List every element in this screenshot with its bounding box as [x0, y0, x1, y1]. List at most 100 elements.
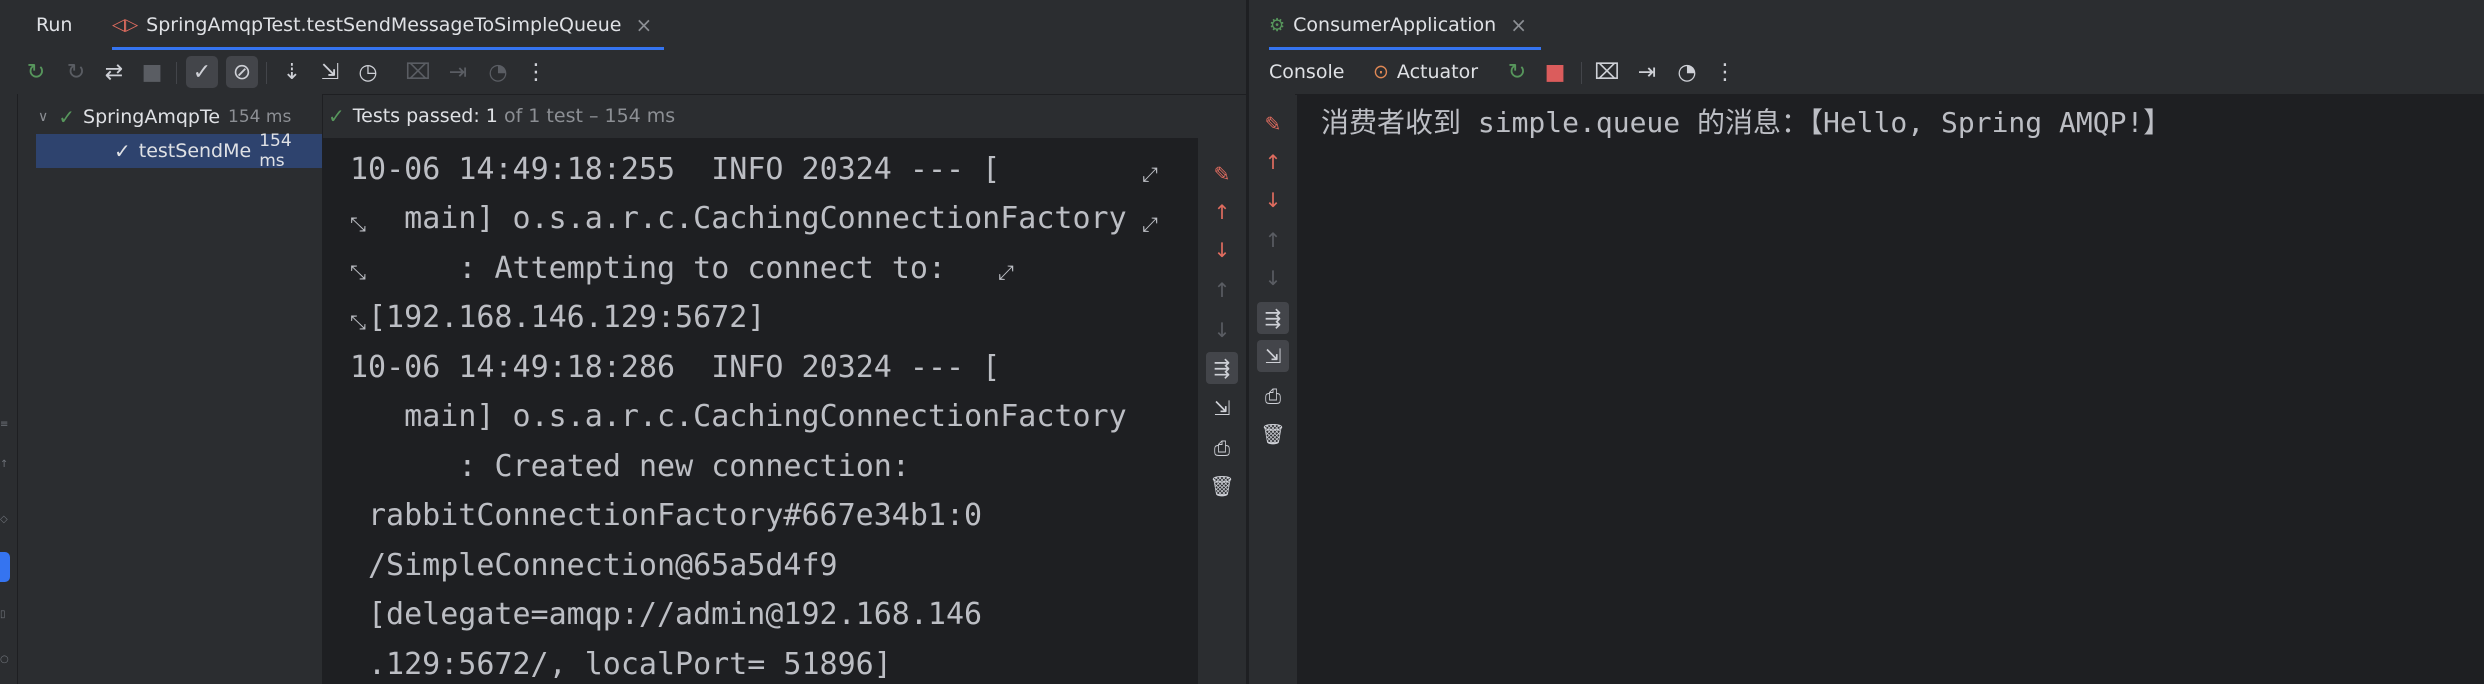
test-tree: ∨ ✓ SpringAmqpTe 154 ms ✓ testSendMe 154… — [18, 94, 323, 684]
actuator-icon: ⊙ — [1373, 61, 1389, 83]
consumer-console-output[interactable]: 消费者收到 simple.queue 的消息：【Hello, Spring AM… — [1297, 94, 2484, 684]
tree-root-label: SpringAmqpTe — [83, 106, 221, 128]
run-title: Run — [36, 14, 73, 36]
tree-root-row[interactable]: ∨ ✓ SpringAmqpTe 154 ms — [18, 100, 322, 134]
run-tool-window: Run ◁▷ SpringAmqpTest.testSendMessageToS… — [0, 0, 1246, 684]
tab-actuator[interactable]: ⊙ Actuator — [1373, 50, 1478, 94]
stop-icon[interactable]: ■ — [136, 56, 168, 88]
console-line: [delegate=amqp://admin@192.168.146 — [368, 597, 983, 632]
soft-wrap-toggle-icon[interactable]: ⇶ — [1257, 302, 1289, 334]
tree-child-row[interactable]: ✓ testSendMe 154 ms — [36, 131, 322, 171]
console-line: main] o.s.a.r.c.CachingConnectionFactory — [350, 399, 1127, 434]
soft-wrap-continuation-icon: ⤡ — [350, 260, 366, 284]
tests-passed-label: Tests passed: 1 — [352, 105, 498, 127]
console-line: /SimpleConnection@65a5d4f9 — [368, 548, 838, 583]
arrow-up-icon[interactable]: ↑ — [1206, 274, 1238, 306]
tests-detail-label: of 1 test – 154 ms — [497, 105, 676, 127]
strip-icon[interactable]: ≡ — [0, 419, 10, 430]
tab-label: SpringAmqpTest.testSendMessageToSimpleQu… — [146, 14, 622, 36]
strip-active-indicator — [0, 552, 10, 582]
soft-wrap-toggle-icon[interactable]: ⇶ — [1206, 352, 1238, 384]
import-icon[interactable]: ⇥ — [1631, 56, 1663, 88]
toolbar-separator — [266, 62, 267, 84]
tab-consumer-application[interactable]: ⚙ ConsumerApplication × — [1269, 0, 1541, 50]
more-icon[interactable]: ⋮ — [1709, 56, 1741, 88]
arrow-up-icon[interactable]: ↑ — [1206, 196, 1238, 228]
arrow-up-icon[interactable]: ↑ — [1257, 146, 1289, 178]
rerun-failed-icon[interactable]: ↻ — [60, 56, 92, 88]
tab-label: ConsumerApplication — [1293, 14, 1497, 36]
stop-icon[interactable]: ■ — [1539, 56, 1571, 88]
history-icon[interactable]: ◷ — [352, 56, 384, 88]
print-icon[interactable]: ⎙ — [1257, 380, 1289, 412]
rerun-icon[interactable]: ↻ — [1501, 56, 1533, 88]
sort-alpha-icon[interactable]: ⇣ — [276, 56, 308, 88]
tool-strip: ≡ ↑ ◇ ▯ ○ — [0, 94, 18, 684]
console-side-toolbar: ✎ ↑ ↓ ↑ ↓ ⇶ ⇲ ⎙ 🗑 — [1249, 94, 1295, 684]
sort-duration-icon[interactable]: ⇲ — [314, 56, 346, 88]
soft-wrap-icon: ⤢ — [998, 260, 1014, 284]
tab-console[interactable]: Console — [1269, 50, 1344, 94]
arrow-up-icon[interactable]: ↑ — [1257, 224, 1289, 256]
arrow-down-icon[interactable]: ↓ — [1206, 234, 1238, 266]
clear-console-icon[interactable]: ✎ — [1257, 108, 1289, 140]
arrow-down-icon[interactable]: ↓ — [1257, 184, 1289, 216]
coverage-icon[interactable]: ◔ — [1671, 56, 1703, 88]
scroll-to-end-icon[interactable]: ⇲ — [1206, 392, 1238, 424]
tree-child-duration: 154 ms — [259, 131, 292, 171]
close-icon[interactable]: × — [635, 13, 652, 37]
coverage-icon[interactable]: ◔ — [482, 56, 514, 88]
rerun-icon[interactable]: ↻ — [20, 56, 52, 88]
more-icon[interactable]: ⋮ — [520, 56, 552, 88]
consumer-tool-window: ⚙ ConsumerApplication × Console ⊙ Actuat… — [1249, 0, 2484, 684]
soft-wrap-icon: ⤢ — [1142, 162, 1158, 186]
strip-icon[interactable]: ○ — [0, 654, 10, 665]
show-ignored-icon[interactable]: ⊘ — [226, 56, 258, 88]
soft-wrap-continuation-icon: ⤡ — [350, 212, 366, 236]
close-icon[interactable]: × — [1510, 13, 1527, 37]
tree-root-duration: 154 ms — [228, 107, 292, 127]
scroll-to-end-icon[interactable]: ⇲ — [1257, 340, 1289, 372]
clear-console-icon[interactable]: ✎ — [1206, 158, 1238, 190]
strip-icon[interactable]: ◇ — [0, 514, 10, 525]
console-line: rabbitConnectionFactory#667e34b1:0 — [368, 498, 983, 533]
console-line: .129:5672/, localPort= 51896] — [368, 647, 892, 682]
passed-check-icon: ✓ — [114, 139, 131, 163]
chevron-down-icon[interactable]: ∨ — [38, 109, 48, 125]
test-status-bar: ✓ Tests passed: 1 of 1 test – 154 ms — [322, 94, 1246, 138]
strip-icon[interactable]: ▯ — [0, 609, 10, 620]
console-line: : Attempting to connect to: — [350, 251, 947, 286]
console-line: 10-06 14:49:18:286 INFO 20324 --- [ — [350, 350, 1001, 385]
consumer-tab-bar: ⚙ ConsumerApplication × — [1249, 0, 2484, 51]
test-run-icon: ◁▷ — [112, 15, 139, 35]
import-icon[interactable]: ⇥ — [442, 56, 474, 88]
console-line: [192.168.146.129:5672] — [368, 300, 766, 335]
console-line: main] o.s.a.r.c.CachingConnectionFactory — [350, 201, 1127, 236]
trash-icon[interactable]: 🗑 — [1206, 470, 1238, 502]
run-tab-bar: Run ◁▷ SpringAmqpTest.testSendMessageToS… — [0, 0, 1246, 51]
toolbar-separator — [1581, 62, 1582, 84]
toggle-auto-test-icon[interactable]: ⇄ — [98, 56, 130, 88]
console-line: 消费者收到 simple.queue 的消息：【Hello, Spring AM… — [1321, 106, 2172, 139]
spring-boot-icon: ⚙ — [1269, 14, 1286, 36]
show-passed-icon[interactable]: ✓ — [186, 56, 218, 88]
soft-wrap-icon: ⤢ — [1142, 212, 1158, 236]
soft-wrap-continuation-icon: ⤡ — [350, 310, 366, 334]
screenshot-icon[interactable]: ⌧ — [402, 56, 434, 88]
screenshot-icon[interactable]: ⌧ — [1591, 56, 1623, 88]
test-console-output[interactable]: 10-06 14:49:18:255 INFO 20324 --- [ main… — [322, 138, 1198, 684]
console-line: 10-06 14:49:18:255 INFO 20324 --- [ — [350, 152, 1001, 187]
strip-icon[interactable]: ↑ — [0, 459, 10, 470]
arrow-down-icon[interactable]: ↓ — [1206, 314, 1238, 346]
passed-check-icon: ✓ — [328, 104, 345, 128]
tree-child-label: testSendMe — [138, 140, 252, 162]
passed-check-icon: ✓ — [58, 105, 76, 129]
arrow-down-icon[interactable]: ↓ — [1257, 262, 1289, 294]
print-icon[interactable]: ⎙ — [1206, 432, 1238, 464]
consumer-toolbar: Console ⊙ Actuator ↻ ■ ⌧ ⇥ ◔ ⋮ — [1249, 50, 2484, 95]
console-line: : Created new connection: — [350, 449, 910, 484]
run-toolbar: ↻ ↻ ⇄ ■ ✓ ⊘ ⇣ ⇲ ◷ ⌧ ⇥ ◔ ⋮ — [0, 50, 1246, 95]
trash-icon[interactable]: 🗑 — [1257, 418, 1289, 450]
toolbar-separator — [176, 62, 177, 84]
tab-spring-amqp-test[interactable]: ◁▷ SpringAmqpTest.testSendMessageToSimpl… — [112, 0, 665, 50]
